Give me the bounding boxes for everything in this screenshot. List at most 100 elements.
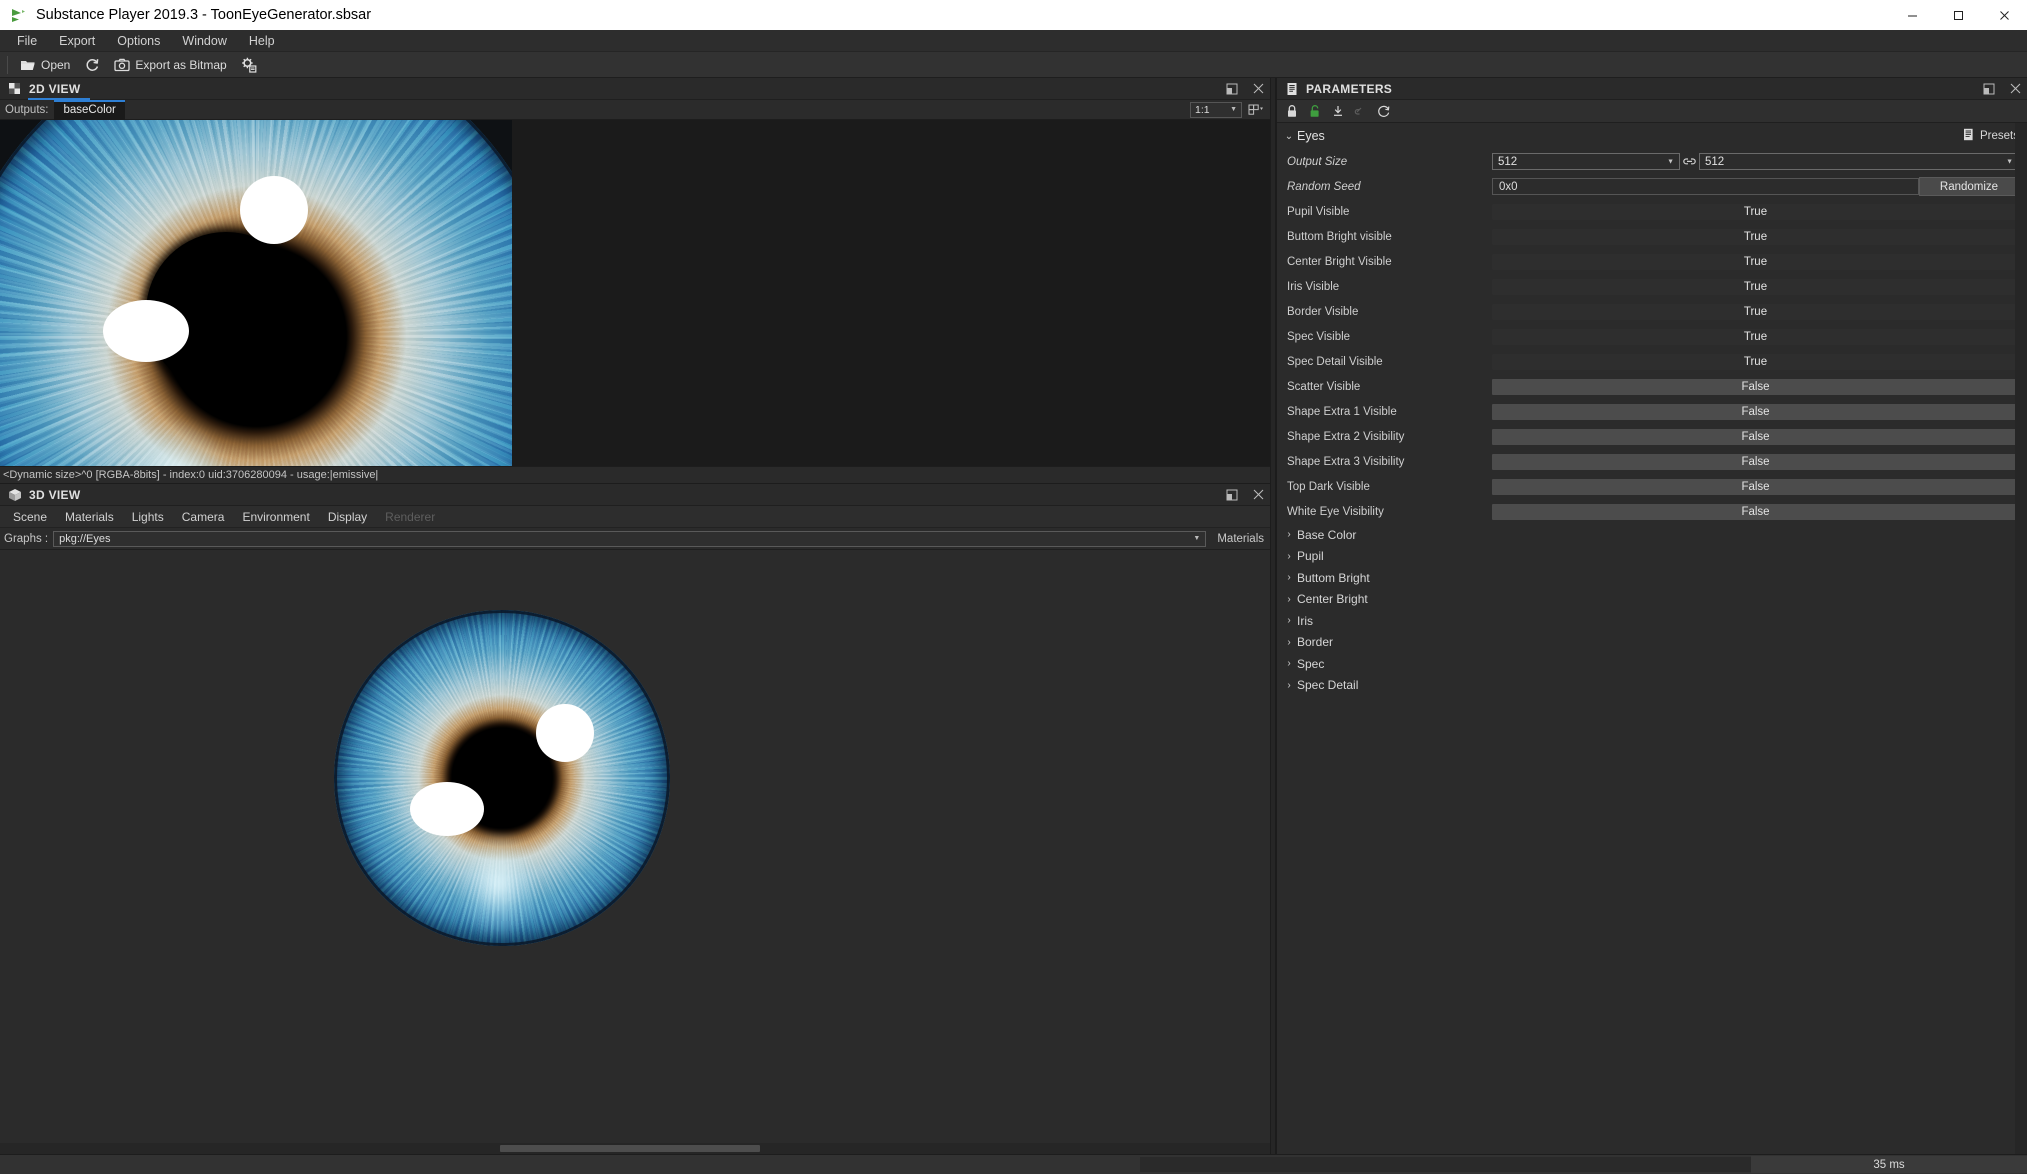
param-label: Top Dark Visible [1277,481,1492,493]
canvas-3d-hscroll-thumb[interactable] [500,1145,760,1152]
graphs-bar: Graphs : pkg://Eyes ▼ Materials [0,528,1270,550]
menu-options[interactable]: Options [106,31,171,51]
menu-window[interactable]: Window [171,31,237,51]
param-row-random-seed: Random Seed 0x0 Randomize [1277,174,2027,199]
window-title: Substance Player 2019.3 - ToonEyeGenerat… [36,7,371,23]
maximize-button[interactable] [1935,0,1981,30]
boolean-toggle[interactable]: True [1492,204,2019,220]
menu3d-display[interactable]: Display [319,508,376,526]
output-size-height-combo[interactable]: 512 ▼ [1699,153,2019,170]
canvas-3d-hscrollbar[interactable] [0,1143,1270,1154]
panel-2d-view-header: 2D VIEW [0,78,1270,100]
chevron-right-icon: › [1281,615,1297,626]
boolean-toggle[interactable]: True [1492,354,2019,370]
output-size-link-icon[interactable] [1680,155,1699,168]
menu3d-camera[interactable]: Camera [173,508,234,526]
panel-3d-close-button[interactable] [1250,487,1266,503]
zoom-ratio-combo[interactable]: 1:1 ▼ [1190,102,1242,118]
menu-export[interactable]: Export [48,31,106,51]
parameters-vscrollbar[interactable] [2015,123,2027,1154]
param-row-boolean: Spec Detail VisibleTrue [1277,349,2027,374]
param-label: Shape Extra 1 Visible [1277,406,1492,418]
parameter-subgroup-label: Buttom Bright [1297,571,1370,585]
panel-parameters-maximize-button[interactable] [1981,81,1997,97]
param-control: True [1492,229,2027,245]
open-button[interactable]: Open [13,54,77,76]
menu3d-materials[interactable]: Materials [56,508,123,526]
presets-icon [1962,128,1975,144]
canvas-2d-view[interactable] [0,120,1270,466]
param-control: True [1492,304,2027,320]
close-button[interactable] [1981,0,2027,30]
boolean-toggle[interactable]: True [1492,279,2019,295]
pin-icon[interactable] [1328,102,1348,121]
param-control: True [1492,329,2027,345]
boolean-toggle[interactable]: True [1492,329,2019,345]
param-control: False [1492,479,2027,495]
panel-parameters-close-button[interactable] [2007,81,2023,97]
parameter-subgroup[interactable]: ›Base Color [1277,524,2027,546]
output-tab-basecolor[interactable]: baseColor [54,100,124,120]
output-size-width-combo[interactable]: 512 ▼ [1492,153,1680,170]
spec-highlight-upper-2d [240,176,308,244]
boolean-toggle[interactable]: True [1492,304,2019,320]
reset-icon[interactable] [1374,102,1394,121]
folder-open-icon [20,57,36,73]
lock-icon[interactable] [1282,102,1302,121]
parameter-subgroup[interactable]: ›Spec [1277,653,2027,675]
chevron-down-icon: ▼ [1230,106,1237,113]
menu3d-renderer: Renderer [376,508,444,526]
parameter-subgroup[interactable]: ›Spec Detail [1277,675,2027,697]
minimize-button[interactable] [1889,0,1935,30]
group-eyes-header[interactable]: ⌄ Eyes Presets [1277,123,2027,149]
presets-button[interactable]: Presets [1962,128,2019,144]
canvas-3d-view[interactable] [0,550,1270,1154]
output-image-basecolor [0,120,512,466]
panel-2d-view: 2D VIEW Outputs: baseColor 1:1 [0,78,1270,483]
graphs-label: Graphs : [4,533,48,545]
menu-help[interactable]: Help [238,31,286,51]
parameter-subgroup[interactable]: ›Buttom Bright [1277,567,2027,589]
boolean-toggle[interactable]: False [1492,504,2019,520]
export-as-bitmap-button[interactable]: Export as Bitmap [107,54,233,76]
panel-2d-close-button[interactable] [1250,81,1266,97]
param-label: Pupil Visible [1277,206,1492,218]
param-row-output-size: Output Size 512 ▼ 512 ▼ [1277,149,2027,174]
link-parameters-icon[interactable] [1351,102,1371,121]
boolean-toggle[interactable]: True [1492,229,2019,245]
parameter-subgroup[interactable]: ›Border [1277,632,2027,654]
parameter-subgroup[interactable]: ›Center Bright [1277,589,2027,611]
refresh-button[interactable] [77,54,107,76]
boolean-toggle[interactable]: False [1492,454,2019,470]
param-row-boolean: Iris VisibleTrue [1277,274,2027,299]
boolean-toggle[interactable]: True [1492,254,2019,270]
settings-button[interactable] [234,54,264,76]
param-row-boolean: Pupil VisibleTrue [1277,199,2027,224]
boolean-toggle[interactable]: False [1492,404,2019,420]
param-control: True [1492,354,2027,370]
boolean-toggle[interactable]: False [1492,429,2019,445]
random-seed-input[interactable]: 0x0 [1492,178,1919,195]
menu3d-lights[interactable]: Lights [123,508,173,526]
parameter-subgroup-label: Base Color [1297,528,1356,542]
param-control: True [1492,279,2027,295]
unlock-icon[interactable] [1305,102,1325,121]
materials-label[interactable]: Materials [1211,533,1270,545]
document-parameters-icon [1285,82,1299,96]
boolean-toggle[interactable]: False [1492,479,2019,495]
graphs-combo[interactable]: pkg://Eyes ▼ [53,531,1206,547]
chevron-down-icon: ▼ [1667,158,1674,165]
parameter-subgroup[interactable]: ›Iris [1277,610,2027,632]
output-size-height-value: 512 [1705,156,1724,168]
panel-3d-maximize-button[interactable] [1224,487,1240,503]
tiling-grid-button[interactable] [1246,102,1266,118]
randomize-button[interactable]: Randomize [1919,177,2019,196]
panel-2d-maximize-button[interactable] [1224,81,1240,97]
menu3d-environment[interactable]: Environment [233,508,318,526]
menu3d-scene[interactable]: Scene [4,508,56,526]
parameter-subgroup[interactable]: ›Pupil [1277,546,2027,568]
parameter-subgroup-label: Border [1297,635,1333,649]
menu-file[interactable]: File [6,31,48,51]
boolean-toggle[interactable]: False [1492,379,2019,395]
checker-2d-icon [8,82,22,96]
